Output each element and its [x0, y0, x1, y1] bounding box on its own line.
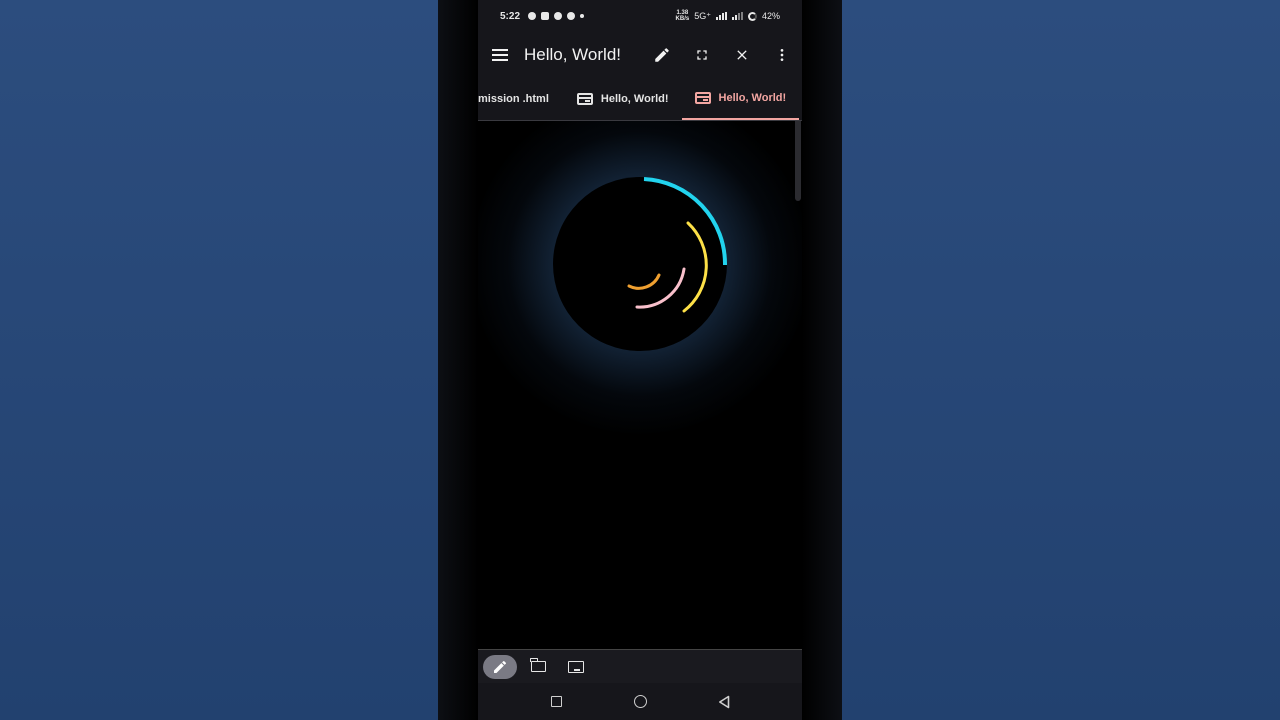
orb-animation — [553, 177, 728, 351]
more-options-button[interactable] — [762, 32, 802, 78]
browser-window-icon — [576, 93, 593, 105]
terminal-button[interactable] — [559, 655, 593, 679]
fullscreen-icon — [697, 50, 707, 60]
close-button[interactable] — [722, 32, 762, 78]
tab-label: Hello, World! — [600, 93, 669, 105]
close-icon — [737, 50, 747, 60]
app-bar: Hello, World! — [478, 32, 802, 78]
network-speed: 1.38 KB/s — [676, 10, 690, 22]
status-right: 1.38 KB/s 5G⁺ 42% — [676, 10, 780, 22]
files-button[interactable] — [521, 655, 555, 679]
edit-button[interactable] — [642, 32, 682, 78]
page-title: Hello, World! — [524, 45, 621, 64]
notification-icons — [528, 12, 585, 20]
fullscreen-button[interactable] — [682, 32, 722, 78]
status-bar: 5:22 1.38 KB/s 5G⁺ 42% — [478, 0, 802, 32]
system-nav-bar — [478, 683, 802, 720]
chat-notification-icon — [528, 12, 537, 20]
recents-button[interactable] — [544, 690, 568, 714]
menu-icon — [492, 49, 508, 61]
edit-mode-button[interactable] — [483, 654, 517, 679]
instagram-notification-icon — [541, 12, 550, 20]
frame-right — [802, 0, 842, 720]
status-time: 5:22 — [500, 10, 521, 22]
background-left — [0, 0, 440, 720]
tab-hello-world-2-active[interactable]: Hello, World! — [681, 78, 800, 120]
location-notification-icon — [554, 12, 563, 20]
network-type: 5G⁺ — [694, 10, 711, 21]
home-button[interactable] — [628, 690, 652, 714]
menu-button[interactable] — [478, 32, 522, 78]
back-triangle-icon — [719, 695, 730, 708]
browser-window-icon — [694, 92, 711, 104]
editor-tabs: mission .html Hello, World! Hello, World… — [478, 78, 802, 121]
more-notifications-dot-icon — [580, 14, 585, 18]
edit-icon — [655, 48, 669, 62]
battery-percent: 42% — [761, 11, 780, 21]
scrollbar-thumb[interactable] — [795, 121, 801, 201]
bottom-toolbar — [478, 649, 802, 683]
home-circle-icon — [633, 695, 647, 708]
frame-left — [438, 0, 478, 720]
network-speed-unit: KB/s — [675, 16, 690, 22]
phone-screen: 5:22 1.38 KB/s 5G⁺ 42% Hello, World! mis… — [438, 0, 842, 720]
tab-label: mission .html — [478, 93, 549, 105]
tab-label: Hello, World! — [718, 92, 787, 104]
back-button[interactable] — [712, 690, 736, 714]
tab-mission-html[interactable]: mission .html — [478, 78, 577, 120]
signal-2-icon — [731, 12, 743, 20]
tab-hello-world-1[interactable]: Hello, World! — [576, 78, 682, 120]
background-right — [842, 0, 1280, 720]
recents-square-icon — [550, 696, 562, 707]
more-vert-icon — [780, 49, 784, 61]
edit-icon — [494, 660, 507, 673]
preview-area — [478, 121, 802, 649]
signal-icon — [715, 12, 727, 20]
terminal-icon — [568, 660, 584, 673]
folder-icon — [530, 658, 546, 672]
battery-icon — [747, 11, 757, 21]
whatsapp-notification-icon — [567, 12, 576, 20]
